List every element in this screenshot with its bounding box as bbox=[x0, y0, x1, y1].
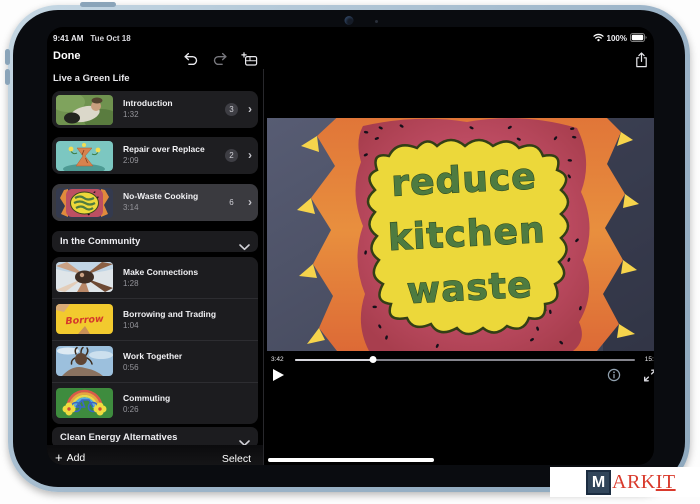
borrowing-thumbnail: Borrow bbox=[56, 304, 113, 334]
clip-title: Repair over Replace bbox=[123, 144, 205, 154]
watermark-m-logo: M bbox=[586, 470, 611, 495]
info-icon[interactable] bbox=[607, 368, 621, 387]
section-header-label: In the Community bbox=[60, 236, 140, 247]
share-icon[interactable] bbox=[635, 52, 648, 73]
scrubber-handle[interactable] bbox=[370, 356, 377, 363]
clip-duration: 0:56 bbox=[123, 363, 139, 372]
clip-row-repair-over-replace[interactable]: Repair over Replace 2:09 2 › bbox=[52, 137, 258, 174]
battery-percent: 100% bbox=[607, 34, 627, 43]
clip-duration: 1:04 bbox=[123, 321, 139, 330]
scrubber-played bbox=[295, 359, 373, 361]
chevron-right-icon: › bbox=[248, 102, 252, 116]
status-right: 100% bbox=[593, 33, 647, 44]
fullscreen-icon[interactable] bbox=[643, 368, 654, 388]
clip-duration: 1:28 bbox=[123, 279, 139, 288]
clip-title: Borrowing and Trading bbox=[123, 309, 216, 319]
video-title-line-2: kitchen bbox=[387, 210, 546, 259]
clock: 9:41 AM bbox=[53, 34, 83, 43]
clip-title: Make Connections bbox=[123, 267, 198, 277]
status-left: 9:41 AM Tue Oct 18 bbox=[53, 34, 131, 43]
date: Tue Oct 18 bbox=[90, 34, 130, 43]
add-button-label: Add bbox=[67, 452, 86, 464]
video-title-line-3: waste bbox=[406, 265, 534, 313]
clip-count-badge: 3 bbox=[225, 103, 238, 116]
front-camera bbox=[345, 16, 354, 25]
make-connections-thumbnail bbox=[56, 262, 113, 292]
clip-title: Commuting bbox=[123, 393, 170, 403]
section-header-live-a-green-life: Live a Green Life bbox=[53, 73, 130, 84]
clip-row-commuting[interactable]: Commuting 0:26 bbox=[52, 382, 258, 424]
done-button[interactable]: Done bbox=[53, 50, 81, 62]
status-bar: 9:41 AM Tue Oct 18 100% bbox=[53, 32, 647, 44]
select-button[interactable]: Select bbox=[222, 453, 251, 465]
clip-duration: 1:32 bbox=[123, 110, 139, 119]
commuting-thumbnail bbox=[56, 388, 113, 418]
watermark-text: ARKIT bbox=[612, 471, 676, 494]
clip-duration: 2:09 bbox=[123, 156, 139, 165]
player-controls bbox=[267, 366, 654, 386]
top-button bbox=[80, 2, 116, 7]
screenshot-stage: 9:41 AM Tue Oct 18 100% Done bbox=[0, 0, 700, 504]
clip-row-no-waste-cooking[interactable]: No-Waste Cooking 3:14 6 › bbox=[52, 184, 258, 221]
wifi-icon bbox=[593, 33, 604, 44]
volume-down-button bbox=[5, 69, 10, 85]
clip-count-badge: 2 bbox=[225, 149, 238, 162]
video-title-line-1: reduce bbox=[390, 156, 537, 205]
add-button[interactable]: + Add bbox=[55, 452, 85, 464]
sidebar-footer: + Add Select bbox=[47, 445, 263, 465]
sidebar-divider bbox=[263, 69, 264, 465]
ipad-device-frame: 9:41 AM Tue Oct 18 100% Done bbox=[8, 5, 690, 492]
volume-up-button bbox=[5, 49, 10, 65]
chevron-right-icon: › bbox=[248, 195, 252, 209]
section-header-in-the-community[interactable]: In the Community bbox=[52, 231, 258, 252]
watermark: M ARKIT bbox=[550, 467, 700, 497]
playback-timeline: 3:42 15:34 bbox=[267, 354, 654, 365]
video-frame[interactable]: reduce kitchen waste bbox=[267, 118, 654, 351]
play-button[interactable] bbox=[273, 369, 284, 381]
clip-title: Work Together bbox=[123, 351, 182, 361]
chevron-right-icon: › bbox=[248, 148, 252, 162]
work-together-thumbnail bbox=[56, 346, 113, 376]
chevron-down-icon bbox=[239, 238, 250, 256]
section-header-label: Clean Energy Alternatives bbox=[60, 432, 177, 443]
clip-row-work-together[interactable]: Work Together 0:56 bbox=[52, 340, 258, 382]
elapsed-time: 3:42 bbox=[271, 356, 284, 363]
total-time: 15:34 bbox=[645, 356, 654, 363]
clip-duration: 0:26 bbox=[123, 405, 139, 414]
community-clip-group: Make Connections 1:28 Borrow bbox=[52, 257, 258, 424]
scrubber-track[interactable] bbox=[295, 359, 635, 361]
introduction-thumbnail bbox=[56, 95, 113, 125]
screen: 9:41 AM Tue Oct 18 100% Done bbox=[47, 27, 654, 465]
clip-title: Introduction bbox=[123, 98, 173, 108]
plus-icon: + bbox=[55, 453, 63, 463]
home-indicator[interactable] bbox=[268, 458, 434, 463]
repair-thumbnail bbox=[56, 141, 113, 171]
bezel: 9:41 AM Tue Oct 18 100% Done bbox=[13, 10, 685, 487]
clip-count-badge: 6 bbox=[225, 196, 238, 209]
clip-title: No-Waste Cooking bbox=[123, 191, 198, 201]
mic-dot bbox=[375, 20, 378, 23]
clip-sidebar: Live a Green Life bbox=[47, 67, 263, 465]
clip-row-borrowing-and-trading[interactable]: Borrow Borrowing and Trading 1:04 bbox=[52, 298, 258, 340]
clip-row-introduction[interactable]: Introduction 1:32 3 › bbox=[52, 91, 258, 128]
no-waste-cooking-thumbnail bbox=[56, 188, 113, 218]
clip-row-make-connections[interactable]: Make Connections 1:28 bbox=[52, 257, 258, 298]
clip-duration: 3:14 bbox=[123, 203, 139, 212]
battery-icon bbox=[630, 33, 647, 44]
